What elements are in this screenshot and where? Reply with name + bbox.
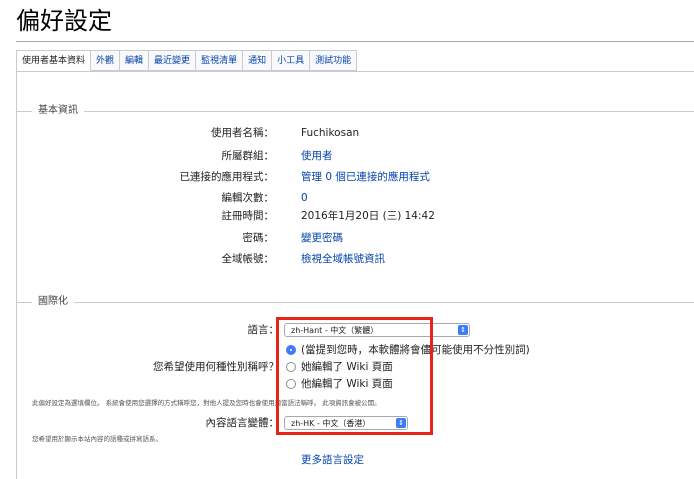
tab-user-profile[interactable]: 使用者基本資料 xyxy=(17,51,92,71)
variant-help-text: 您希望用於顯示本站內容的語種或拼寫語系。 xyxy=(32,435,162,443)
groups-label: 所屬群組： xyxy=(221,150,275,162)
tab-editing[interactable]: 編輯 xyxy=(120,51,150,71)
registration-value: 2016年1月20日 (三) 14:42 xyxy=(301,210,435,222)
edit-count-link[interactable]: 0 xyxy=(301,189,308,207)
username-row: 使用者名稱： Fuchikosan xyxy=(16,124,694,142)
tab-gadgets[interactable]: 小工具 xyxy=(272,51,311,71)
gender-male-radio[interactable] xyxy=(286,379,296,389)
edit-count-row: 編輯次數： 0 xyxy=(16,189,694,207)
more-language-settings-link[interactable]: 更多語言設定 xyxy=(301,451,364,469)
gender-label: 您希望使用何種性別稱呼？ xyxy=(153,361,279,373)
global-account-label: 全域帳號： xyxy=(221,253,275,265)
basic-info-divider xyxy=(16,111,694,112)
tab-appearance[interactable]: 外觀 xyxy=(91,51,121,71)
global-account-row: 全域帳號： 檢視全域帳號資訊 xyxy=(16,250,694,268)
variant-select[interactable]: zh-HK - 中文（香港） ⇕ xyxy=(284,416,408,430)
language-select[interactable]: zh-Hant - 中文（繁體） ⇕ xyxy=(284,323,470,337)
groups-link[interactable]: 使用者 xyxy=(301,147,333,165)
tab-recent-changes[interactable]: 最近變更 xyxy=(149,51,197,71)
edit-count-label: 編輯次數： xyxy=(221,192,275,204)
password-label: 密碼： xyxy=(242,232,275,244)
language-select-value: zh-Hant - 中文（繁體） xyxy=(291,326,379,335)
more-language-row: 更多語言設定 xyxy=(16,451,694,469)
password-row: 密碼： 變更密碼 xyxy=(16,229,694,247)
select-arrow-icon: ⇕ xyxy=(396,418,406,428)
connected-apps-label: 已連接的應用程式： xyxy=(179,171,275,183)
language-label: 語言： xyxy=(247,324,280,336)
tab-notifications[interactable]: 通知 xyxy=(243,51,273,71)
gender-female-label: 她編輯了 Wiki 頁面 xyxy=(301,361,393,373)
global-account-link[interactable]: 檢視全域帳號資訊 xyxy=(301,250,385,268)
select-arrow-icon: ⇕ xyxy=(458,325,468,335)
tab-beta-features[interactable]: 測試功能 xyxy=(310,51,358,71)
connected-apps-row: 已連接的應用程式： 管理 0 個已連接的應用程式 xyxy=(16,168,694,186)
gender-neutral-label: (當提到您時，本軟體將會儘可能使用不分性別詞) xyxy=(301,344,530,356)
username-label: 使用者名稱： xyxy=(211,127,274,139)
username-value: Fuchikosan xyxy=(301,127,360,139)
variant-label: 內容語言變體： xyxy=(205,417,280,429)
i18n-divider xyxy=(16,302,694,303)
gender-male-label: 他編輯了 Wiki 頁面 xyxy=(301,378,393,390)
tab-watchlist[interactable]: 監視清單 xyxy=(196,51,244,71)
change-password-link[interactable]: 變更密碼 xyxy=(301,229,343,247)
registration-label: 註冊時間： xyxy=(221,210,275,222)
groups-row: 所屬群組： 使用者 xyxy=(16,147,694,165)
registration-row: 註冊時間： 2016年1月20日 (三) 14:42 xyxy=(16,207,694,225)
gender-female-option: 她編輯了 Wiki 頁面 xyxy=(301,358,601,376)
variant-select-value: zh-HK - 中文（香港） xyxy=(291,419,371,428)
gender-male-option: 他編輯了 Wiki 頁面 xyxy=(301,375,601,393)
gender-neutral-option: (當提到您時，本軟體將會儘可能使用不分性別詞) xyxy=(301,341,601,359)
gender-female-radio[interactable] xyxy=(286,362,296,372)
gender-help-text: 此偏好設定為選填欄位。 系統會使用您選擇的方式稱呼您，對他人提及您時也會使用適當… xyxy=(32,399,381,407)
connected-apps-link[interactable]: 管理 0 個已連接的應用程式 xyxy=(301,168,430,186)
i18n-legend: 國際化 xyxy=(32,295,74,309)
basic-info-legend: 基本資訊 xyxy=(32,104,84,118)
gender-neutral-radio[interactable] xyxy=(286,345,296,355)
preferences-tabs: 使用者基本資料 外觀 編輯 最近變更 監視清單 通知 小工具 測試功能 xyxy=(16,50,358,71)
page-title: 偏好設定 xyxy=(16,8,694,42)
